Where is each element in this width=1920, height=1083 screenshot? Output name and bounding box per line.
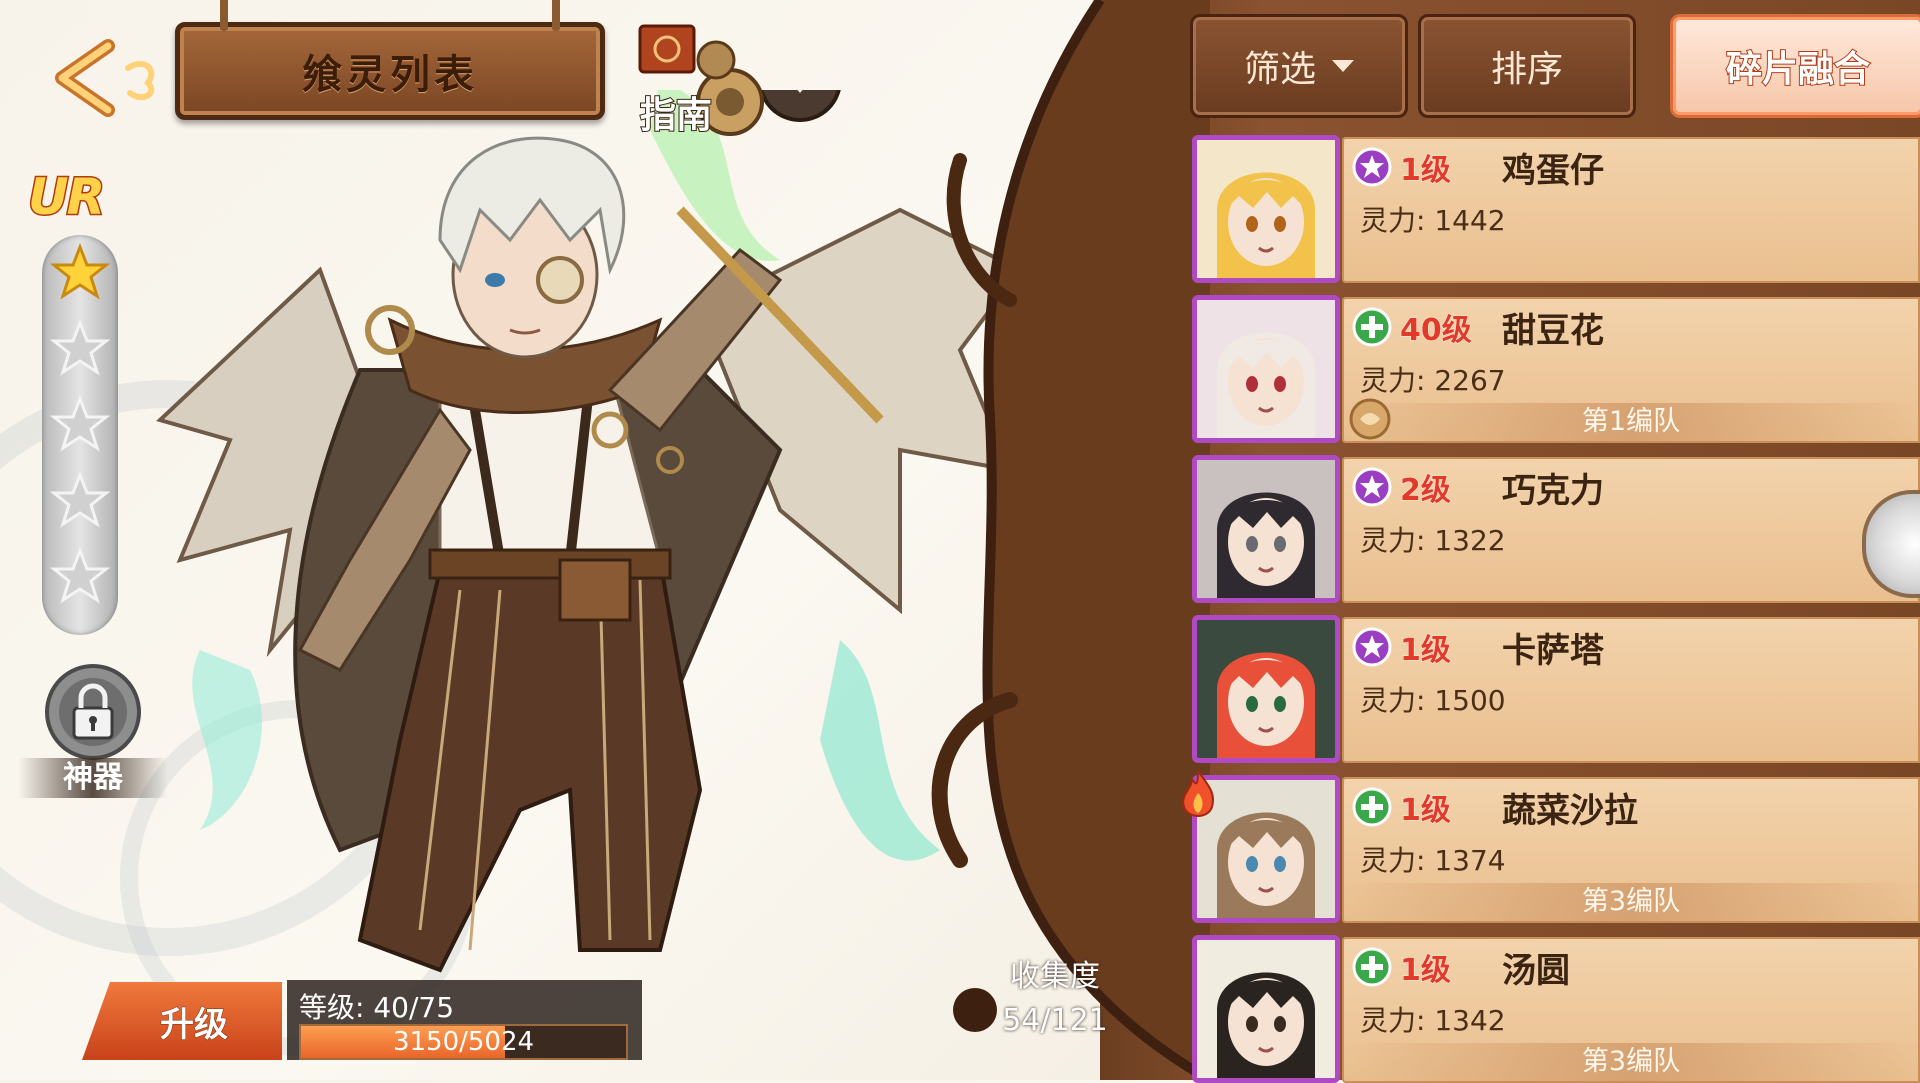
character-portrait bbox=[1192, 935, 1340, 1083]
level-text: 等级: 40/75 bbox=[299, 991, 455, 1024]
artifact-label: 神器 bbox=[18, 758, 168, 798]
team-label: 第3编队 bbox=[1342, 1043, 1920, 1081]
character-name: 甜豆花 bbox=[1502, 311, 1604, 351]
character-name: 鸡蛋仔 bbox=[1502, 151, 1604, 191]
team-label: 第1编队 bbox=[1342, 403, 1920, 441]
character-portrait bbox=[1192, 615, 1340, 763]
sort-label: 排序 bbox=[1490, 49, 1563, 90]
character-info: 1级 蔬菜沙拉 灵力: 1374 第3编队 bbox=[1342, 777, 1920, 923]
character-level: 1级 bbox=[1400, 153, 1452, 189]
character-name: 卡萨塔 bbox=[1502, 631, 1604, 671]
character-card-4[interactable]: 1级 卡萨塔 灵力: 1500 bbox=[1192, 613, 1920, 763]
character-avatar bbox=[1197, 940, 1335, 1078]
plus-type-icon bbox=[1352, 787, 1392, 827]
character-level: 1级 bbox=[1400, 633, 1452, 669]
character-power: 灵力: 1322 bbox=[1360, 524, 1506, 557]
character-portrait bbox=[1192, 455, 1340, 603]
character-info: 2级 巧克力 灵力: 1322 bbox=[1342, 457, 1920, 603]
star-rating bbox=[42, 235, 118, 635]
plus-type-icon bbox=[1352, 307, 1392, 347]
fragment-fusion-button[interactable]: 碎片融合 bbox=[1670, 14, 1920, 118]
character-level: 1级 bbox=[1400, 793, 1452, 829]
character-avatar bbox=[1197, 300, 1335, 438]
character-name: 汤圆 bbox=[1502, 951, 1570, 991]
character-name: 巧克力 bbox=[1502, 471, 1604, 511]
character-info: 1级 卡萨塔 灵力: 1500 bbox=[1342, 617, 1920, 763]
star-type-icon bbox=[1352, 467, 1392, 507]
level-info: 等级: 40/75 3150/5024 bbox=[287, 980, 642, 1060]
back-button[interactable] bbox=[48, 38, 168, 118]
guide-button[interactable]: 指南 bbox=[620, 20, 770, 150]
star-filled-icon bbox=[50, 243, 110, 300]
guide-label: 指南 bbox=[639, 94, 713, 137]
plus-type-icon bbox=[1352, 947, 1392, 987]
character-info: 1级 汤圆 灵力: 1342 第3编队 bbox=[1342, 937, 1920, 1083]
exp-bar: 3150/5024 bbox=[299, 1024, 628, 1060]
collection-progress: 收集度 54/121 bbox=[985, 955, 1125, 1043]
page-title: 飨灵列表 bbox=[302, 52, 478, 98]
character-power: 灵力: 1500 bbox=[1360, 684, 1506, 717]
upgrade-label: 升级 bbox=[160, 1004, 229, 1045]
tree-divider bbox=[931, 0, 1210, 1080]
character-level: 2级 bbox=[1400, 473, 1452, 509]
star-empty-icon bbox=[50, 319, 110, 376]
upgrade-button[interactable]: 升级 bbox=[82, 982, 282, 1060]
star-type-icon bbox=[1352, 147, 1392, 187]
character-card-6[interactable]: 1级 汤圆 灵力: 1342 第3编队 bbox=[1192, 933, 1920, 1083]
star-empty-icon bbox=[50, 395, 110, 452]
collection-value: 54/121 bbox=[1002, 1003, 1108, 1038]
character-power: 灵力: 1442 bbox=[1360, 204, 1506, 237]
star-type-icon bbox=[1352, 627, 1392, 667]
character-info: 1级 鸡蛋仔 灵力: 1442 bbox=[1342, 137, 1920, 283]
locked-artifact-icon bbox=[45, 664, 141, 760]
sort-button[interactable]: 排序 bbox=[1418, 14, 1636, 118]
team-emblem-icon bbox=[1349, 398, 1391, 440]
character-card-3[interactable]: 2级 巧克力 灵力: 1322 bbox=[1192, 453, 1920, 603]
team-label: 第3编队 bbox=[1342, 883, 1920, 921]
character-name: 蔬菜沙拉 bbox=[1502, 791, 1638, 831]
exp-text: 3150/5024 bbox=[392, 1027, 535, 1057]
character-power: 灵力: 2267 bbox=[1360, 364, 1506, 397]
chevron-down-icon bbox=[1332, 60, 1354, 72]
character-power: 灵力: 1342 bbox=[1360, 1004, 1506, 1037]
character-card-1[interactable]: 1级 鸡蛋仔 灵力: 1442 bbox=[1192, 133, 1920, 283]
list-toolbar: 筛选 排序 碎片融合 bbox=[1190, 14, 1920, 118]
fragment-fusion-label: 碎片融合 bbox=[1725, 48, 1871, 91]
character-avatar bbox=[1197, 620, 1335, 758]
fire-icon bbox=[1182, 769, 1214, 817]
character-card-2[interactable]: 40级 甜豆花 灵力: 2267 第1编队 bbox=[1192, 293, 1920, 443]
artifact-button[interactable]: 神器 bbox=[18, 660, 168, 800]
level-panel: 升级 等级: 40/75 3150/5024 bbox=[82, 980, 642, 1060]
star-empty-icon bbox=[50, 547, 110, 604]
character-avatar bbox=[1197, 460, 1335, 598]
collection-label: 收集度 bbox=[1010, 959, 1100, 994]
page-title-plaque: 飨灵列表 bbox=[175, 0, 605, 120]
character-level: 40级 bbox=[1400, 313, 1473, 349]
character-level: 1级 bbox=[1400, 953, 1452, 989]
character-portrait bbox=[1192, 295, 1340, 443]
star-empty-icon bbox=[50, 471, 110, 528]
rarity-badge: UR bbox=[26, 167, 106, 228]
character-info: 40级 甜豆花 灵力: 2267 第1编队 bbox=[1342, 297, 1920, 443]
character-card-5[interactable]: 1级 蔬菜沙拉 灵力: 1374 第3编队 bbox=[1182, 769, 1920, 923]
character-avatar bbox=[1197, 140, 1335, 278]
filter-label: 筛选 bbox=[1243, 49, 1316, 90]
filter-button[interactable]: 筛选 bbox=[1190, 14, 1408, 118]
character-portrait bbox=[1192, 135, 1340, 283]
character-power: 灵力: 1374 bbox=[1360, 844, 1506, 877]
